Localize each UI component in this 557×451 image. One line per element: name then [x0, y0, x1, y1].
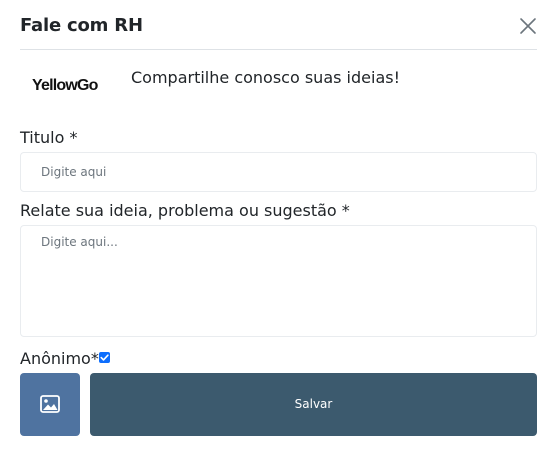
- anonymous-checkbox[interactable]: [99, 352, 110, 363]
- anonymous-label: Anônimo*: [20, 349, 99, 368]
- feedback-modal: Fale com RH YellowGo Compartilhe conosco…: [0, 0, 557, 451]
- save-button[interactable]: Salvar: [90, 373, 537, 436]
- title-label: Titulo *: [20, 128, 78, 147]
- idea-textarea[interactable]: [20, 225, 537, 337]
- brand-row: YellowGo Compartilhe conosco suas ideias…: [20, 68, 537, 108]
- title-input[interactable]: [20, 152, 537, 192]
- brand-tagline: Compartilhe conosco suas ideias!: [131, 68, 400, 87]
- modal-header: Fale com RH: [20, 0, 537, 50]
- company-logo: YellowGo: [32, 77, 98, 94]
- check-icon: [100, 354, 109, 361]
- idea-label: Relate sua ideia, problema ou sugestão *: [20, 201, 350, 220]
- modal-title: Fale com RH: [20, 15, 143, 36]
- close-icon[interactable]: [519, 17, 537, 35]
- image-icon: [40, 395, 60, 413]
- close-button[interactable]: [519, 17, 537, 35]
- attach-image-button[interactable]: [20, 373, 80, 436]
